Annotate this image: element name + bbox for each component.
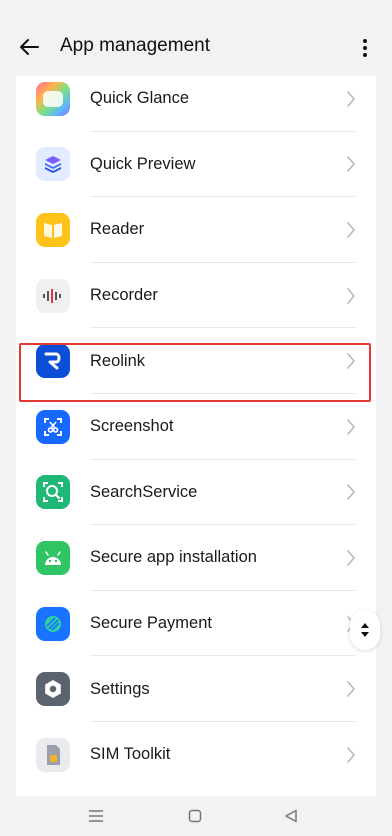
list-item-label: SIM Toolkit bbox=[90, 745, 171, 764]
list-item-secure-app-installation[interactable]: Secure app installation bbox=[16, 525, 376, 591]
chevron-right-icon bbox=[347, 156, 355, 173]
app-list-card: Quick Glance Quick Preview Reader Record… bbox=[16, 76, 376, 796]
list-item-label: Settings bbox=[90, 679, 150, 698]
back-button[interactable] bbox=[14, 32, 44, 62]
list-item-settings[interactable]: Settings bbox=[16, 656, 376, 722]
chevron-right-icon bbox=[347, 418, 355, 435]
system-nav-bar bbox=[0, 796, 392, 836]
recorder-icon bbox=[36, 278, 70, 313]
reader-icon bbox=[36, 212, 70, 247]
list-item-label: Screenshot bbox=[90, 417, 174, 436]
list-item-label: Quick Glance bbox=[90, 89, 190, 108]
chevron-right-icon bbox=[347, 287, 355, 304]
list-item-label: SearchService bbox=[90, 482, 198, 501]
list-item-sim-toolkit[interactable]: SIM Toolkit bbox=[16, 722, 376, 788]
android-icon bbox=[36, 540, 70, 575]
chevron-right-icon bbox=[347, 550, 355, 566]
list-item-label: Reolink bbox=[90, 351, 146, 370]
chevron-right-icon bbox=[347, 484, 355, 501]
settings-icon bbox=[36, 672, 70, 707]
quick-preview-icon bbox=[36, 147, 70, 182]
reolink-icon bbox=[36, 344, 70, 379]
list-item-reolink[interactable]: Reolink bbox=[16, 328, 376, 394]
sim-card-icon bbox=[36, 737, 70, 772]
screenshot-icon bbox=[36, 409, 70, 444]
list-item-reader[interactable]: Reader bbox=[16, 197, 376, 263]
secure-payment-icon bbox=[36, 606, 70, 641]
more-vert-icon bbox=[363, 39, 367, 43]
home-button[interactable] bbox=[186, 808, 204, 824]
home-icon bbox=[188, 809, 202, 823]
list-item-label: Reader bbox=[90, 220, 145, 239]
chevron-right-icon bbox=[347, 681, 355, 697]
chevron-right-icon bbox=[347, 746, 355, 763]
fast-scroll-handle[interactable] bbox=[350, 610, 380, 650]
list-item-label: Secure app installation bbox=[90, 548, 257, 567]
chevron-right-icon bbox=[347, 222, 355, 238]
recent-apps-button[interactable] bbox=[87, 808, 105, 824]
nav-back-button[interactable] bbox=[282, 808, 300, 824]
list-item-quick-glance[interactable]: Quick Glance bbox=[16, 76, 376, 132]
menu-icon bbox=[89, 810, 103, 822]
more-options-button[interactable] bbox=[358, 34, 372, 62]
list-item-label: Quick Preview bbox=[90, 154, 196, 173]
list-item-label: Recorder bbox=[90, 286, 158, 305]
chevron-right-icon bbox=[347, 90, 355, 107]
back-icon bbox=[285, 809, 297, 823]
page-title: App management bbox=[60, 35, 210, 56]
list-item-quick-preview[interactable]: Quick Preview bbox=[16, 132, 376, 198]
list-item-recorder[interactable]: Recorder bbox=[16, 263, 376, 329]
quick-glance-icon bbox=[36, 81, 70, 116]
app-bar: App management bbox=[0, 0, 392, 76]
list-item-screenshot[interactable]: Screenshot bbox=[16, 394, 376, 460]
app-list: Quick Glance Quick Preview Reader Record… bbox=[16, 76, 376, 788]
list-item-secure-payment[interactable]: Secure Payment bbox=[16, 591, 376, 657]
list-item-search-service[interactable]: SearchService bbox=[16, 460, 376, 526]
arrow-left-icon bbox=[20, 39, 39, 55]
chevron-right-icon bbox=[347, 353, 355, 369]
search-service-icon bbox=[36, 475, 70, 510]
scroll-arrows-icon bbox=[361, 623, 369, 637]
list-item-label: Secure Payment bbox=[90, 614, 212, 633]
